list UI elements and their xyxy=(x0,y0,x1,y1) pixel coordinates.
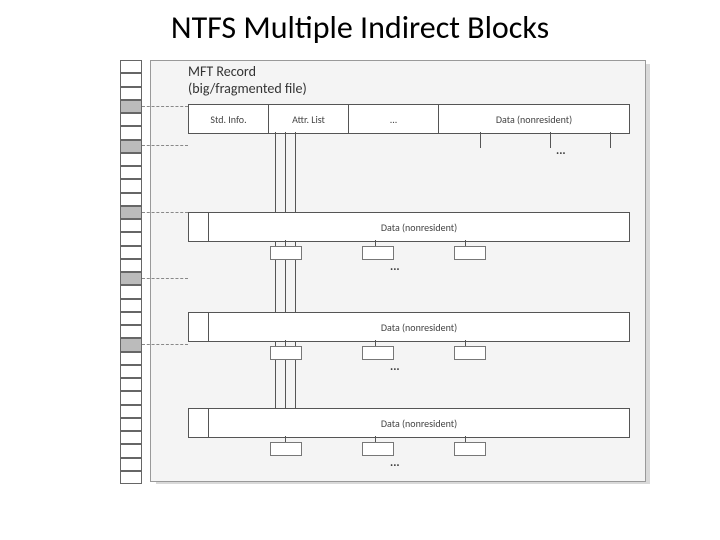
ellipsis-icon: ... xyxy=(390,360,400,374)
mft-slot xyxy=(120,113,142,126)
connector-vline xyxy=(480,132,481,148)
connector-vline xyxy=(285,240,286,246)
mft-slot xyxy=(120,193,142,206)
cell-blank xyxy=(189,409,209,437)
mft-slot xyxy=(120,246,142,259)
mft-slot xyxy=(120,166,142,179)
mft-slot xyxy=(120,73,142,86)
cluster-box xyxy=(270,246,302,260)
mft-slot xyxy=(120,325,142,338)
mft-record-label: MFT Record (big/fragmented file) xyxy=(188,64,307,98)
mft-slot xyxy=(120,352,142,365)
mft-slot xyxy=(120,60,142,73)
connector xyxy=(142,145,188,146)
mft-slot xyxy=(120,232,142,245)
mft-slot xyxy=(120,458,142,471)
mft-slot xyxy=(120,179,142,192)
cluster-row xyxy=(270,246,486,262)
mft-column xyxy=(120,60,142,484)
mft-slot xyxy=(120,312,142,325)
cluster-box xyxy=(270,346,302,360)
mft-slot xyxy=(120,431,142,444)
mft-slot xyxy=(120,285,142,298)
diagram: MFT Record (big/fragmented file) Std. In… xyxy=(90,60,650,490)
mft-slot xyxy=(120,405,142,418)
cell-data-nonresident: Data (nonresident) xyxy=(209,313,629,341)
connector-vline xyxy=(465,436,466,442)
cell-data-nonresident: Data (nonresident) xyxy=(439,105,629,133)
connector-vline xyxy=(275,132,276,432)
mft-record-main: Std. Info. Attr. List ... Data (nonresid… xyxy=(188,104,630,134)
ellipsis-icon: ... xyxy=(390,260,400,274)
cluster-box xyxy=(362,346,394,360)
cluster-box xyxy=(362,442,394,456)
connector-vline xyxy=(465,240,466,246)
cluster-box xyxy=(362,246,394,260)
mft-slot xyxy=(120,378,142,391)
cluster-box xyxy=(454,346,486,360)
cell-blank xyxy=(189,213,209,241)
connector-vline xyxy=(285,340,286,346)
mft-slot xyxy=(120,418,142,431)
mft-slot xyxy=(120,299,142,312)
ellipsis-icon: ... xyxy=(556,144,566,158)
mft-slot xyxy=(120,471,142,484)
mft-record-overflow: Data (nonresident) xyxy=(188,212,630,242)
connector xyxy=(142,344,188,345)
mft-record-overflow: Data (nonresident) xyxy=(188,312,630,342)
mft-slot xyxy=(120,391,142,404)
mft-slot xyxy=(120,100,142,113)
mft-slot xyxy=(120,444,142,457)
cell-data-nonresident: Data (nonresident) xyxy=(209,213,629,241)
connector-vline xyxy=(285,436,286,442)
connector-vline xyxy=(285,132,286,432)
mft-slot xyxy=(120,365,142,378)
cell-std-info: Std. Info. xyxy=(189,105,269,133)
connector xyxy=(142,278,188,279)
cell-data-nonresident: Data (nonresident) xyxy=(209,409,629,437)
ellipsis-icon: ... xyxy=(390,456,400,470)
connector xyxy=(142,106,188,107)
cluster-box xyxy=(454,246,486,260)
cell-blank xyxy=(189,313,209,341)
cell-attr-list: Attr. List xyxy=(269,105,349,133)
connector-vline xyxy=(375,240,376,246)
cluster-row xyxy=(270,346,486,362)
connector-vline xyxy=(610,132,611,148)
connector xyxy=(142,212,188,213)
mft-slot xyxy=(120,219,142,232)
mft-record-overflow: Data (nonresident) xyxy=(188,408,630,438)
connector-vline xyxy=(295,132,296,432)
mft-slot xyxy=(120,272,142,285)
mft-slot xyxy=(120,126,142,139)
cluster-box xyxy=(270,442,302,456)
cell-ellipsis: ... xyxy=(349,105,439,133)
connector-vline xyxy=(550,132,551,148)
mft-slot xyxy=(120,259,142,272)
connector-vline xyxy=(375,436,376,442)
mft-slot xyxy=(120,338,142,351)
mft-slot xyxy=(120,87,142,100)
mft-slot xyxy=(120,153,142,166)
mft-slot xyxy=(120,140,142,153)
cluster-box xyxy=(454,442,486,456)
connector-vline xyxy=(375,340,376,346)
slide-title: NTFS Multiple Indirect Blocks xyxy=(0,0,720,47)
cluster-row xyxy=(270,442,486,458)
connector-vline xyxy=(465,340,466,346)
mft-slot xyxy=(120,206,142,219)
